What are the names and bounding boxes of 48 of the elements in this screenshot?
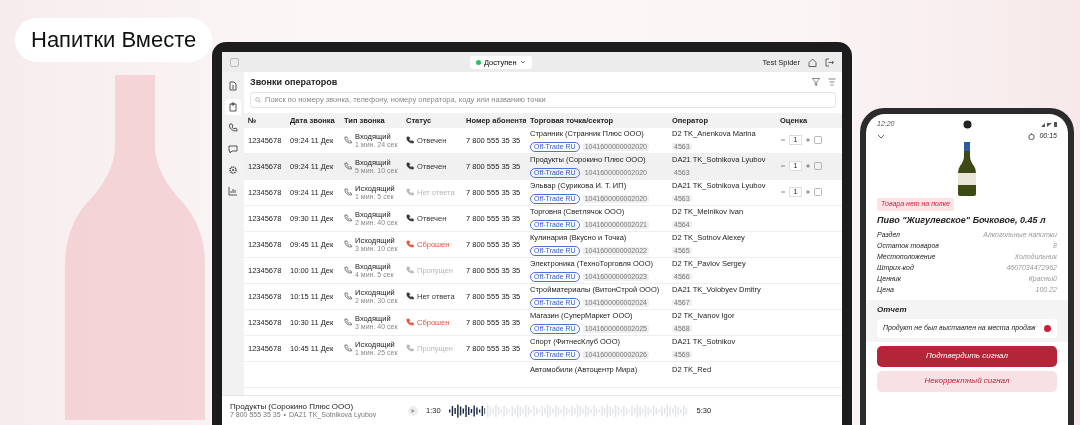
chart-icon <box>228 186 238 196</box>
minus-icon[interactable] <box>780 137 786 144</box>
signal-battery-icon <box>1041 121 1057 127</box>
settings-icon <box>228 165 238 175</box>
phone-icon <box>344 214 352 223</box>
logout-icon[interactable] <box>825 57 834 67</box>
plus-icon[interactable] <box>805 189 811 196</box>
bottle-drawing <box>957 142 977 196</box>
home-icon[interactable] <box>808 57 817 67</box>
brand-title: Напитки Вместе <box>15 18 213 62</box>
phone-icon <box>344 292 352 301</box>
radio-indicator[interactable] <box>1044 324 1051 332</box>
phone-icon <box>228 123 238 133</box>
plus-icon[interactable] <box>805 163 811 170</box>
product-title: Пиво "Жигулевское" Бочковое, 0.45 л <box>877 213 1047 227</box>
checkbox-icon[interactable] <box>814 162 822 171</box>
phone-icon <box>344 136 352 145</box>
clipboard-icon <box>228 102 238 112</box>
checkbox-icon[interactable] <box>814 136 822 145</box>
phone-icon <box>344 162 352 171</box>
camera-icon <box>963 119 973 129</box>
timer-icon <box>1028 132 1036 140</box>
track-title: Продукты (Сорокино Плюс ООО) <box>230 401 355 412</box>
play-button[interactable] <box>408 405 418 416</box>
document-icon <box>228 81 238 91</box>
confirm-button[interactable]: Подтвердить сигнал <box>877 345 1057 367</box>
panel-toggle-icon[interactable] <box>230 57 239 67</box>
filter-icon[interactable] <box>812 78 820 87</box>
page-title: Звонки операторов <box>250 77 338 88</box>
report-title: Отчет <box>877 304 908 316</box>
phone-icon <box>344 188 352 197</box>
phone-icon <box>344 344 352 353</box>
minus-icon[interactable] <box>780 163 786 170</box>
reject-button[interactable]: Некорректный сигнал <box>877 370 1057 392</box>
sort-icon[interactable] <box>828 78 836 87</box>
sidebar-item[interactable] <box>225 99 241 115</box>
minus-icon[interactable] <box>780 189 786 196</box>
phone-icon <box>344 266 352 275</box>
play-icon <box>411 408 415 413</box>
search-icon <box>255 96 261 103</box>
phone-icon <box>344 240 352 249</box>
chevron-down-icon[interactable] <box>877 133 885 139</box>
waveform[interactable] <box>448 403 689 418</box>
caret-icon <box>519 60 526 64</box>
plus-icon[interactable] <box>805 137 811 144</box>
phone-icon <box>344 318 352 327</box>
checkbox-icon[interactable] <box>814 188 822 197</box>
chat-icon <box>228 144 238 154</box>
